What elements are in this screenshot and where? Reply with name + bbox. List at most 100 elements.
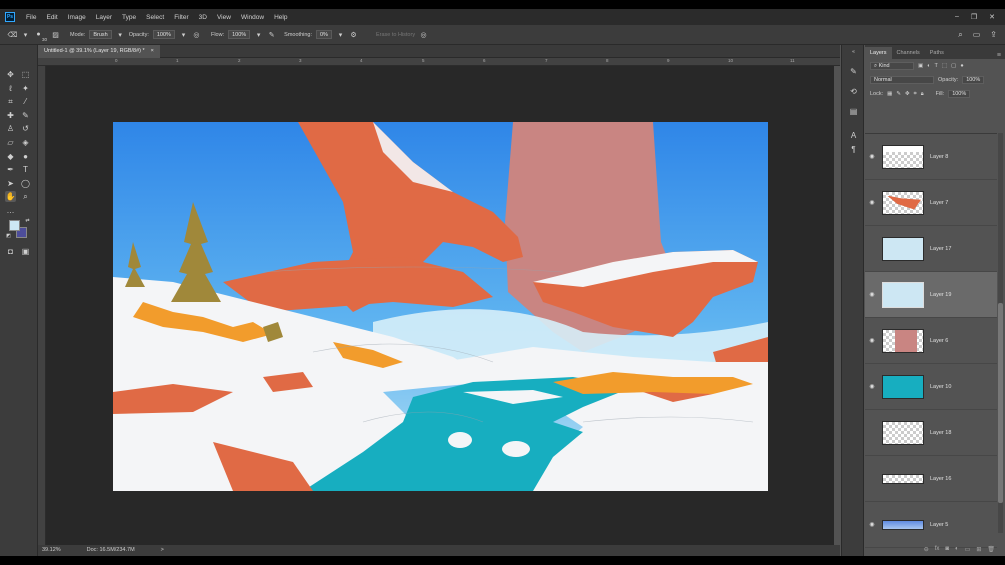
layer-row-selected[interactable]: ◉ Layer 19 [865,272,997,318]
add-mask-icon[interactable]: ◙ [945,546,949,556]
close-icon[interactable]: ✕ [989,13,995,21]
brush-tool-icon[interactable]: ✎ [20,110,31,121]
lasso-tool-icon[interactable]: ℓ [5,83,16,94]
pixel-filter-icon[interactable]: ▣ [918,63,923,69]
ellipse-tool-icon[interactable]: ◯ [20,178,31,189]
layer-name[interactable]: Layer 5 [930,522,948,528]
screen-mode-icon[interactable]: ▣ [20,246,31,257]
minimize-icon[interactable]: – [955,13,959,21]
layer-name[interactable]: Layer 6 [930,338,948,344]
dodge-tool-icon[interactable]: ● [20,151,31,162]
layers-scrollbar[interactable] [998,133,1003,533]
tab-layers[interactable]: Layers [865,47,892,59]
hand-tool-icon[interactable]: ✋ [5,191,16,202]
zoom-level[interactable]: 39.12% [42,545,61,556]
search-icon[interactable]: ⌕ [958,30,962,40]
menu-file[interactable]: File [21,14,41,21]
type-filter-icon[interactable]: T [935,63,938,69]
smoothing-input[interactable]: 0% [316,30,332,39]
opacity-input[interactable]: 100% [152,30,175,39]
paint-bucket-tool-icon[interactable]: ◈ [20,137,31,148]
history-brush-tool-icon[interactable]: ↺ [20,123,31,134]
layer-opacity-input[interactable]: 100% [962,76,985,84]
layer-name[interactable]: Layer 7 [930,200,948,206]
menu-window[interactable]: Window [236,14,269,21]
lock-pixels-icon[interactable]: ✎ [896,91,901,97]
visibility-eye-icon[interactable]: ◉ [865,521,879,528]
layer-name[interactable]: Layer 18 [930,430,951,436]
fill-input[interactable]: 100% [948,90,971,98]
character-icon[interactable]: A [848,131,859,142]
shape-filter-icon[interactable]: ⬚ [942,63,947,69]
visibility-eye-icon[interactable]: ◉ [865,291,879,298]
new-layer-icon[interactable]: ⊞ [976,546,981,556]
visibility-eye-icon[interactable]: ◉ [865,337,879,344]
lock-transparency-icon[interactable]: ▦ [887,91,892,97]
menu-edit[interactable]: Edit [41,14,62,21]
layer-name[interactable]: Layer 10 [930,384,951,390]
chevron-down-icon[interactable]: ▾ [336,30,345,39]
layer-name[interactable]: Layer 17 [930,246,951,252]
pressure-size-icon[interactable]: ◎ [419,30,428,39]
marquee-tool-icon[interactable]: ⬚ [20,69,31,80]
type-tool-icon[interactable]: T [20,164,31,175]
layer-row[interactable]: ◉ Layer 6 [865,318,997,364]
panel-menu-icon[interactable]: ≡ [997,52,1001,59]
new-group-icon[interactable]: ▭ [965,546,971,556]
chevron-down-icon[interactable]: ▾ [179,30,188,39]
menu-select[interactable]: Select [141,14,169,21]
menu-help[interactable]: Help [269,14,292,21]
close-tab-icon[interactable]: × [151,45,154,58]
blur-tool-icon[interactable]: ◆ [5,151,16,162]
default-colors-icon[interactable]: ◩ [3,231,14,242]
pressure-opacity-icon[interactable]: ◎ [192,30,201,39]
healing-brush-tool-icon[interactable]: ✚ [5,110,16,121]
status-arrow-icon[interactable]: > [161,545,164,556]
lock-all-icon[interactable]: 🔒︎ [921,91,924,98]
layer-row[interactable]: ◉ Layer 10 [865,364,997,410]
chevron-down-icon[interactable]: ▾ [21,30,30,39]
layer-row[interactable]: ◉ Layer 8 [865,134,997,180]
menu-type[interactable]: Type [117,14,141,21]
layer-row[interactable]: Layer 16 [865,456,997,502]
visibility-eye-icon[interactable]: ◉ [865,383,879,390]
clone-stamp-tool-icon[interactable]: ♙ [5,123,16,134]
tab-channels[interactable]: Channels [892,47,925,59]
layer-row[interactable]: Layer 18 [865,410,997,456]
flow-input[interactable]: 100% [228,30,251,39]
menu-filter[interactable]: Filter [169,14,193,21]
blend-mode-select[interactable]: Normal [870,76,934,84]
smart-object-filter-icon[interactable]: ▢ [951,63,956,69]
mode-select[interactable]: Brush [89,30,112,39]
tab-paths[interactable]: Paths [925,47,949,59]
trash-icon[interactable]: 🗑︎ [987,546,995,556]
zoom-tool-icon[interactable]: ⌕ [20,191,31,202]
eraser-tool-icon[interactable]: ⌫ [8,30,18,39]
layer-name[interactable]: Layer 8 [930,154,948,160]
layer-name[interactable]: Layer 16 [930,476,951,482]
chevron-down-icon[interactable]: ▾ [254,30,263,39]
workspace-icon[interactable]: ▭ [973,30,981,40]
eraser-tool-icon[interactable]: ▱ [5,137,16,148]
history-icon[interactable]: ⟲ [848,87,859,98]
path-selection-tool-icon[interactable]: ➤ [5,178,16,189]
link-layers-icon[interactable]: ⊖ [924,546,929,556]
lock-artboard-icon[interactable]: ⌗ [914,91,917,98]
artwork-canvas[interactable] [113,122,768,491]
adjustment-layer-icon[interactable]: ◐ [955,546,959,556]
menu-layer[interactable]: Layer [91,14,117,21]
eyedropper-tool-icon[interactable]: ⁄ [20,96,31,107]
pen-tool-icon[interactable]: ✒ [5,164,16,175]
brush-panel-icon[interactable]: ▨ [51,30,60,39]
layer-row[interactable]: Layer 17 [865,226,997,272]
crop-tool-icon[interactable]: ⌗ [5,96,16,107]
swap-colors-icon[interactable]: ⇄ [22,216,33,227]
move-tool-icon[interactable]: ✥ [5,69,16,80]
menu-view[interactable]: View [212,14,236,21]
paragraph-icon[interactable]: ¶ [848,145,859,156]
erase-to-history-checkbox[interactable]: Erase to History [376,32,415,38]
chevron-down-icon[interactable]: ▾ [116,30,125,39]
airbrush-icon[interactable]: ✎ [267,30,276,39]
magic-wand-tool-icon[interactable]: ✦ [20,83,31,94]
collapse-icon[interactable]: « [848,49,859,60]
